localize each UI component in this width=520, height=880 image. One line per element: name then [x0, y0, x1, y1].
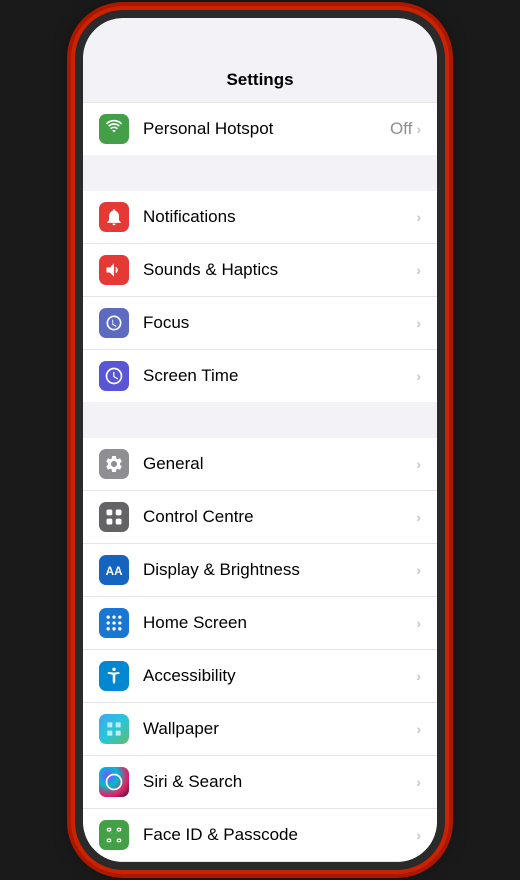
list-item[interactable]: Wallpaper › — [83, 703, 437, 756]
wallpaper-icon — [99, 714, 129, 744]
face-id-label: Face ID & Passcode — [143, 825, 416, 845]
chevron-icon: › — [416, 456, 421, 472]
scroll-area[interactable]: Personal Hotspot Off › Notifications › — [83, 102, 437, 862]
general-icon — [99, 449, 129, 479]
general-group: General › Control Centre › — [83, 438, 437, 862]
chevron-icon: › — [416, 121, 421, 137]
list-item[interactable]: Siri & Search › — [83, 756, 437, 809]
accessibility-icon — [99, 661, 129, 691]
siri-icon — [99, 767, 129, 797]
home-screen-label: Home Screen — [143, 613, 416, 633]
notifications-icon — [99, 202, 129, 232]
list-item[interactable]: Screen Time › — [83, 350, 437, 402]
list-item[interactable]: Control Centre › — [83, 491, 437, 544]
chevron-icon: › — [416, 827, 421, 843]
chevron-icon: › — [416, 562, 421, 578]
chevron-icon: › — [416, 668, 421, 684]
face-id-icon — [99, 820, 129, 850]
list-item[interactable]: Notifications › — [83, 191, 437, 244]
sounds-label: Sounds & Haptics — [143, 260, 416, 280]
chevron-icon: › — [416, 509, 421, 525]
svg-text:AA: AA — [106, 565, 123, 578]
chevron-icon: › — [416, 368, 421, 384]
chevron-icon: › — [416, 721, 421, 737]
focus-label: Focus — [143, 313, 416, 333]
spacer-2 — [83, 410, 437, 438]
chevron-icon: › — [416, 262, 421, 278]
focus-icon — [99, 308, 129, 338]
hotspot-group: Personal Hotspot Off › — [83, 102, 437, 155]
status-bar — [83, 18, 437, 62]
general-label: General — [143, 454, 416, 474]
notifications-group: Notifications › Sounds & Haptics › — [83, 191, 437, 402]
accessibility-label: Accessibility — [143, 666, 416, 686]
siri-label: Siri & Search — [143, 772, 416, 792]
chevron-icon: › — [416, 209, 421, 225]
control-centre-icon — [99, 502, 129, 532]
list-item[interactable]: Home Screen › — [83, 597, 437, 650]
list-item[interactable]: AA Display & Brightness › — [83, 544, 437, 597]
sounds-icon — [99, 255, 129, 285]
display-label: Display & Brightness — [143, 560, 416, 580]
list-item[interactable]: Face ID & Passcode › — [83, 809, 437, 862]
list-item[interactable]: Personal Hotspot Off › — [83, 102, 437, 155]
screen-time-label: Screen Time — [143, 366, 416, 386]
spacer-1 — [83, 163, 437, 191]
list-item[interactable]: Focus › — [83, 297, 437, 350]
display-icon: AA — [99, 555, 129, 585]
phone-frame: Settings Personal Hotspot Off › — [75, 10, 445, 870]
home-screen-icon — [99, 608, 129, 638]
page-title: Settings — [226, 70, 293, 89]
phone-screen: Settings Personal Hotspot Off › — [83, 18, 437, 862]
hotspot-label: Personal Hotspot — [143, 119, 390, 139]
list-item[interactable]: General › — [83, 438, 437, 491]
screen-time-icon — [99, 361, 129, 391]
hotspot-value: Off — [390, 119, 412, 139]
hotspot-icon — [99, 114, 129, 144]
list-item[interactable]: Accessibility › — [83, 650, 437, 703]
list-item[interactable]: Sounds & Haptics › — [83, 244, 437, 297]
chevron-icon: › — [416, 774, 421, 790]
chevron-icon: › — [416, 615, 421, 631]
nav-bar: Settings — [83, 62, 437, 102]
control-centre-label: Control Centre — [143, 507, 416, 527]
chevron-icon: › — [416, 315, 421, 331]
wallpaper-label: Wallpaper — [143, 719, 416, 739]
notifications-label: Notifications — [143, 207, 416, 227]
